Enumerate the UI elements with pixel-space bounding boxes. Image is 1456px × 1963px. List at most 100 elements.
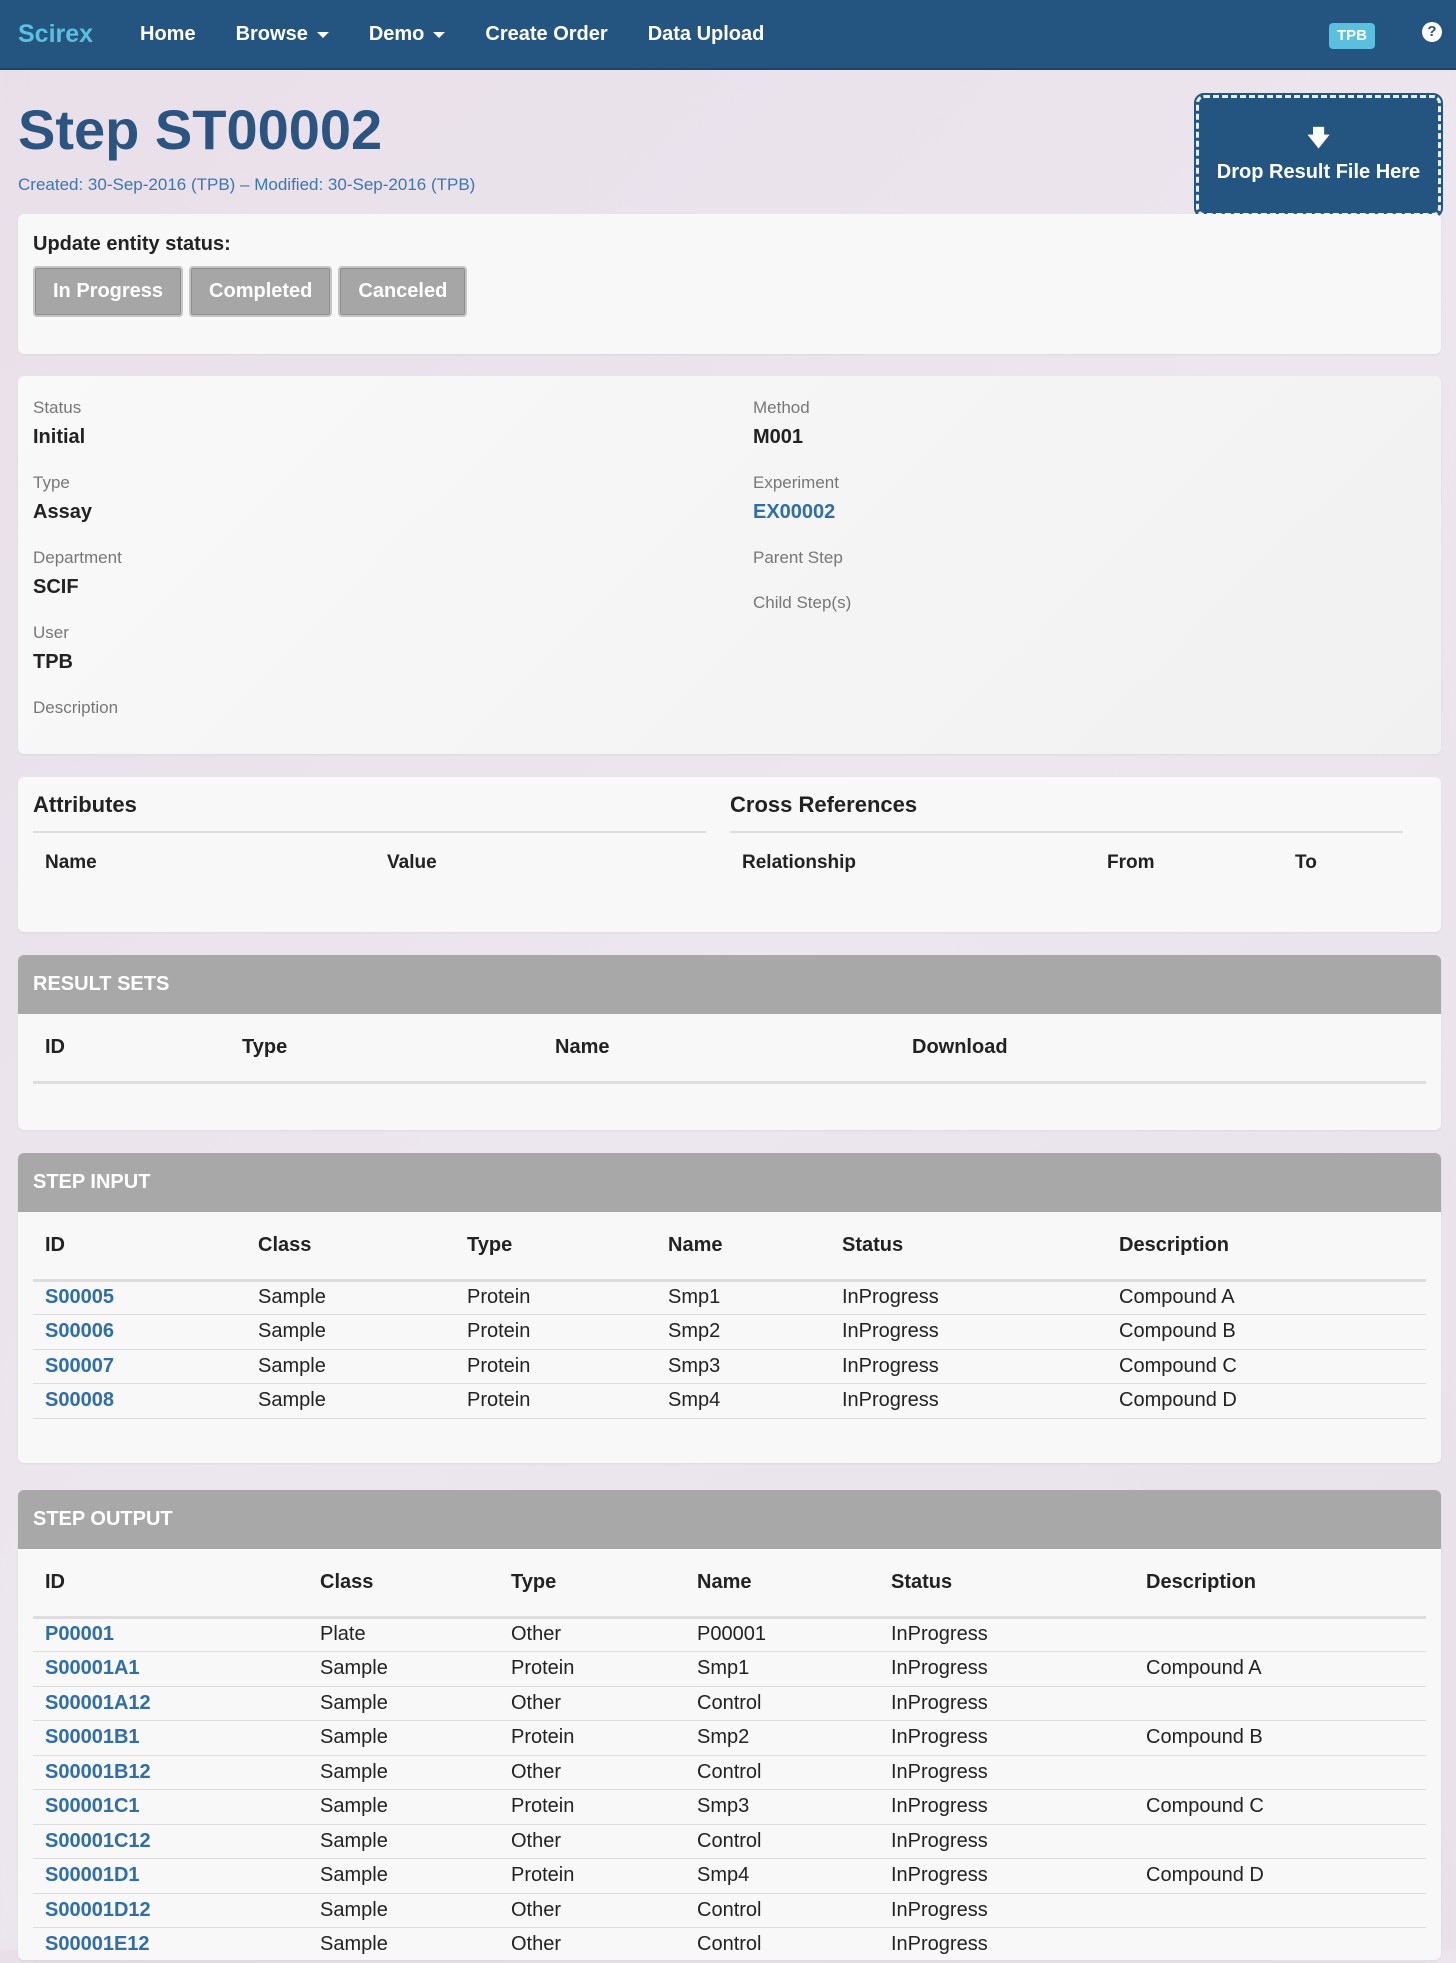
- table-row: S00001A12 Sample Other Control InProgres…: [33, 1686, 1426, 1721]
- attributes-panel: Attributes Name Value Cross References R…: [18, 777, 1441, 932]
- drop-result-file-zone[interactable]: 🡇 Drop Result File Here: [1194, 93, 1443, 218]
- cell-class: Sample: [308, 1755, 499, 1790]
- cell-type: Other: [499, 1755, 685, 1790]
- top-navbar: Scirex Home Browse Demo Create Order Dat…: [0, 0, 1456, 70]
- step-input-header: STEP INPUT: [18, 1153, 1441, 1212]
- output-col-status[interactable]: Status: [879, 1549, 1134, 1619]
- cell-description: Compound D: [1107, 1383, 1426, 1419]
- input-col-id[interactable]: ID: [33, 1212, 246, 1282]
- output-col-class[interactable]: Class: [308, 1549, 499, 1619]
- cell-class: Sample: [308, 1858, 499, 1894]
- table-row: S00001B1 Sample Protein Smp2 InProgress …: [33, 1720, 1426, 1756]
- input-col-type[interactable]: Type: [455, 1212, 656, 1282]
- result-col-type[interactable]: Type: [230, 1014, 543, 1084]
- result-col-id[interactable]: ID: [33, 1014, 230, 1084]
- parent-step-label: Parent Step: [753, 548, 843, 567]
- result-col-name[interactable]: Name: [543, 1014, 900, 1084]
- cell-name: Control: [685, 1824, 879, 1859]
- table-row: S00001E12 Sample Other Control InProgres…: [33, 1927, 1426, 1963]
- table-row: S00001D12 Sample Other Control InProgres…: [33, 1893, 1426, 1928]
- sample-id-link[interactable]: S00005: [45, 1286, 114, 1308]
- step-output-header: STEP OUTPUT: [18, 1490, 1441, 1549]
- cell-name: Control: [685, 1927, 879, 1963]
- cell-status: InProgress: [879, 1651, 1134, 1687]
- cell-type: Other: [499, 1617, 685, 1652]
- status-button-group: In Progress Completed Canceled: [33, 266, 468, 317]
- attributes-col-name: Name: [45, 852, 97, 873]
- cell-status: InProgress: [879, 1686, 1134, 1721]
- sample-id-link[interactable]: S00006: [45, 1320, 114, 1342]
- output-col-description[interactable]: Description: [1134, 1549, 1426, 1619]
- help-icon[interactable]: ?: [1422, 22, 1442, 42]
- cross-references-divider: [730, 831, 1403, 833]
- table-row: S00001A1 Sample Protein Smp1 InProgress …: [33, 1651, 1426, 1687]
- cell-type: Protein: [455, 1383, 656, 1419]
- attributes-divider: [33, 831, 706, 833]
- crossref-col-to: To: [1295, 852, 1317, 873]
- cell-status: InProgress: [879, 1858, 1134, 1894]
- page-title: Step ST00002: [18, 98, 383, 161]
- table-row: S00007 Sample Protein Smp3 InProgress Co…: [33, 1349, 1426, 1384]
- cell-name: Control: [685, 1893, 879, 1928]
- sample-id-link[interactable]: S00007: [45, 1355, 114, 1377]
- output-col-id[interactable]: ID: [33, 1549, 308, 1619]
- nav-create-order[interactable]: Create Order: [485, 23, 607, 46]
- user-badge[interactable]: TPB: [1329, 23, 1375, 49]
- user-field: User TPB: [33, 623, 73, 674]
- table-row: S00001D1 Sample Protein Smp4 InProgress …: [33, 1858, 1426, 1894]
- cell-description: Compound C: [1107, 1349, 1426, 1384]
- child-steps-field: Child Step(s): [753, 593, 851, 613]
- step-output-table: ID Class Type Name Status Description P0…: [33, 1549, 1426, 1963]
- input-col-class[interactable]: Class: [246, 1212, 455, 1282]
- entity-id-link[interactable]: S00001C12: [45, 1830, 151, 1852]
- input-col-status[interactable]: Status: [830, 1212, 1107, 1282]
- cell-name: Control: [685, 1686, 879, 1721]
- entity-id-link[interactable]: S00001A1: [45, 1657, 140, 1679]
- brand-logo[interactable]: Scirex: [18, 20, 118, 49]
- table-row: S00005 Sample Protein Smp1 InProgress Co…: [33, 1280, 1426, 1315]
- step-input-table: ID Class Type Name Status Description S0…: [33, 1212, 1426, 1419]
- nav-demo[interactable]: Demo: [369, 23, 446, 46]
- department-label: Department: [33, 548, 122, 567]
- user-value: TPB: [33, 651, 73, 673]
- cell-description: [1134, 1755, 1426, 1790]
- cell-type: Protein: [455, 1349, 656, 1384]
- nav-demo-label: Demo: [368, 22, 425, 45]
- output-col-type[interactable]: Type: [499, 1549, 685, 1619]
- nav-browse[interactable]: Browse: [236, 23, 329, 46]
- input-col-name[interactable]: Name: [656, 1212, 830, 1282]
- cell-status: InProgress: [830, 1314, 1107, 1350]
- cell-type: Protein: [455, 1314, 656, 1350]
- canceled-button[interactable]: Canceled: [338, 266, 468, 317]
- cross-references-title: Cross References: [730, 792, 918, 817]
- table-row: S00001C1 Sample Protein Smp3 InProgress …: [33, 1789, 1426, 1825]
- cell-type: Protein: [499, 1651, 685, 1687]
- cell-type: Protein: [455, 1280, 656, 1315]
- cell-status: InProgress: [879, 1617, 1134, 1652]
- cell-class: Sample: [246, 1383, 455, 1419]
- completed-button[interactable]: Completed: [189, 266, 333, 317]
- nav-home[interactable]: Home: [140, 23, 196, 46]
- cell-status: InProgress: [879, 1720, 1134, 1756]
- nav-data-upload[interactable]: Data Upload: [648, 23, 765, 46]
- cell-class: Sample: [308, 1893, 499, 1928]
- entity-id-link[interactable]: S00001C1: [45, 1795, 140, 1817]
- result-col-download[interactable]: Download: [900, 1014, 1426, 1084]
- cell-description: [1134, 1617, 1426, 1652]
- entity-id-link[interactable]: P00001: [45, 1623, 114, 1645]
- entity-id-link[interactable]: S00001E12: [45, 1933, 150, 1955]
- output-col-name[interactable]: Name: [685, 1549, 879, 1619]
- in-progress-button[interactable]: In Progress: [33, 266, 184, 317]
- input-col-description[interactable]: Description: [1107, 1212, 1426, 1282]
- sample-id-link[interactable]: S00008: [45, 1389, 114, 1411]
- entity-id-link[interactable]: S00001D12: [45, 1899, 151, 1921]
- download-arrow-icon: 🡇: [1307, 125, 1330, 150]
- entity-id-link[interactable]: S00001B12: [45, 1761, 151, 1783]
- cell-status: InProgress: [879, 1755, 1134, 1790]
- entity-id-link[interactable]: S00001A12: [45, 1692, 151, 1714]
- cell-name: Smp4: [656, 1383, 830, 1419]
- table-row: P00001 Plate Other P00001 InProgress: [33, 1617, 1426, 1652]
- experiment-link[interactable]: EX00002: [753, 501, 839, 524]
- entity-id-link[interactable]: S00001B1: [45, 1726, 140, 1748]
- entity-id-link[interactable]: S00001D1: [45, 1864, 140, 1886]
